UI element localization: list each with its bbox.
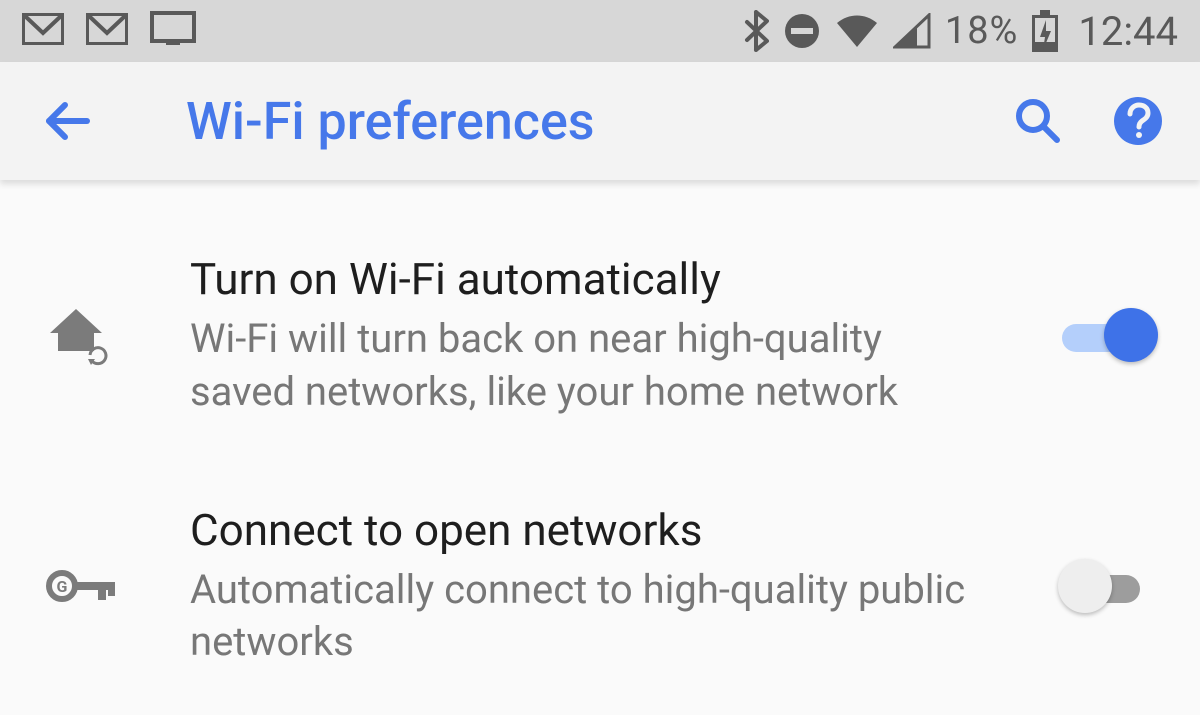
search-button[interactable] [1010, 93, 1066, 149]
status-bar: 18% 12:44 [0, 0, 1200, 62]
clock-label: 12:44 [1078, 8, 1178, 55]
status-left-icons [22, 11, 196, 51]
home-sync-icon [40, 303, 190, 367]
search-icon [1013, 96, 1063, 146]
setting-title: Turn on Wi-Fi automatically [190, 252, 994, 307]
settings-list: Turn on Wi-Fi automatically Wi-Fi will t… [0, 180, 1200, 697]
back-button[interactable] [36, 91, 96, 151]
toggle-open-networks[interactable] [1062, 559, 1154, 613]
app-bar: Wi-Fi preferences [0, 62, 1200, 180]
status-right-icons: 18% 12:44 [743, 8, 1178, 55]
cast-screen-icon [150, 11, 196, 51]
svg-text:G: G [57, 577, 68, 596]
setting-subtitle: Automatically connect to high-quality pu… [190, 564, 994, 670]
cell-signal-icon [893, 13, 931, 49]
arrow-left-icon [39, 94, 93, 148]
bluetooth-icon [743, 10, 769, 52]
page-title: Wi-Fi preferences [186, 91, 595, 152]
wifi-icon [835, 13, 879, 49]
gmail-icon [22, 13, 64, 49]
do-not-disturb-icon [783, 12, 821, 50]
help-button[interactable] [1110, 93, 1166, 149]
gmail-icon [86, 13, 128, 49]
setting-subtitle: Wi-Fi will turn back on near high-qualit… [190, 313, 994, 419]
help-icon [1112, 95, 1164, 147]
setting-open-networks[interactable]: G Connect to open networks Automatically… [0, 475, 1200, 698]
key-icon: G [40, 562, 190, 610]
setting-auto-wifi[interactable]: Turn on Wi-Fi automatically Wi-Fi will t… [0, 224, 1200, 447]
battery-charging-icon [1032, 10, 1058, 52]
battery-percent-label: 18% [945, 9, 1019, 53]
setting-title: Connect to open networks [190, 503, 994, 558]
toggle-auto-wifi[interactable] [1062, 308, 1154, 362]
